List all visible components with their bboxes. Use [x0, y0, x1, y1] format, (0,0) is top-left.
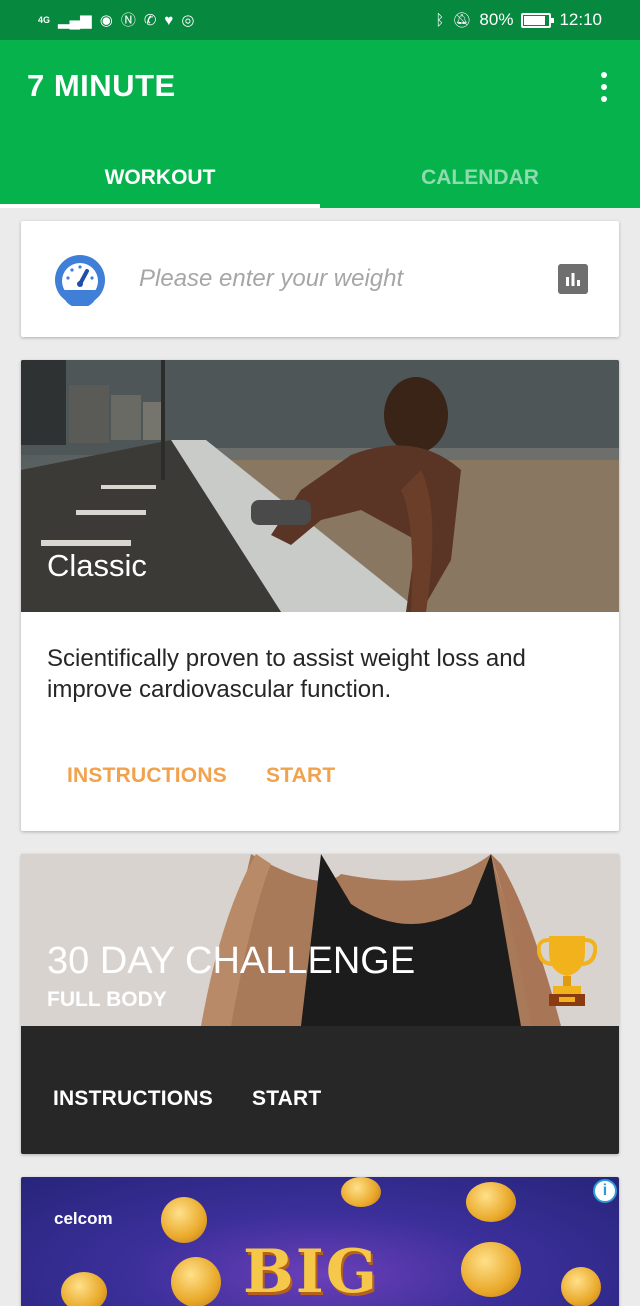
app-title: 7 MINUTE: [27, 68, 176, 103]
overflow-menu-icon[interactable]: [594, 72, 614, 102]
challenge-instructions-button[interactable]: INSTRUCTIONS: [53, 1087, 213, 1111]
signal-icon: ▂▄▆: [58, 11, 92, 29]
tab-calendar[interactable]: CALENDAR: [320, 148, 640, 208]
bar-chart-icon[interactable]: [558, 264, 588, 294]
status-icons-right: ᛒ 🔕︎ 80% 12:10: [435, 10, 602, 30]
bluetooth-icon: ᛒ: [435, 11, 445, 29]
coin-image: [171, 1257, 221, 1306]
coin-image: [341, 1177, 381, 1207]
coin-image: [461, 1242, 521, 1297]
weight-input[interactable]: [139, 259, 549, 299]
coin-image: [561, 1267, 601, 1306]
challenge-title: 30 DAY CHALLENGE: [47, 940, 416, 982]
ad-headline: BIG: [243, 1237, 380, 1306]
battery-icon: [521, 12, 555, 28]
challenge-hero-image: 30 DAY CHALLENGE FULL BODY: [21, 854, 619, 1026]
tab-indicator: [0, 204, 320, 208]
tab-workout-label: WORKOUT: [104, 166, 216, 189]
chat-icon: ◎: [181, 11, 195, 29]
classic-description: Scientifically proven to assist weight l…: [47, 645, 526, 703]
weight-card: [21, 221, 619, 337]
info-icon[interactable]: i: [593, 1179, 617, 1203]
classic-title: Classic: [47, 548, 147, 583]
missed-call-icon: ✆: [143, 11, 157, 29]
ad-brand-logo: celcom: [54, 1209, 113, 1228]
gauge-icon: [55, 255, 105, 306]
heart-icon: ♥: [164, 11, 174, 29]
mute-icon: 🔕︎: [452, 11, 472, 29]
coin-image: [161, 1197, 207, 1243]
classic-start-button[interactable]: START: [266, 764, 335, 788]
challenge-start-button[interactable]: START: [252, 1087, 321, 1111]
eye-icon: ◉: [99, 11, 113, 29]
coin-image: [61, 1272, 107, 1306]
classic-hero-image: Classic: [21, 360, 619, 612]
battery-percent: 80%: [479, 10, 514, 29]
app-screen: 4G ▂▄▆ ◉ Ⓝ ✆ ♥ ◎ ᛒ 🔕︎ 80% 12:10 7 MINUTE…: [0, 0, 640, 1306]
status-bar: 4G ▂▄▆ ◉ Ⓝ ✆ ♥ ◎ ᛒ 🔕︎ 80% 12:10: [0, 0, 640, 40]
challenge-subtitle: FULL BODY: [47, 988, 167, 1011]
tab-workout[interactable]: WORKOUT: [0, 148, 320, 208]
clock: 12:10: [559, 10, 602, 29]
tab-bar: WORKOUT CALENDAR: [0, 148, 640, 208]
challenge-card: 30 DAY CHALLENGE FULL BODY INSTRUCTIONS …: [21, 854, 619, 1154]
tab-calendar-label: CALENDAR: [421, 166, 539, 189]
status-icons-left: 4G ▂▄▆ ◉ Ⓝ ✆ ♥ ◎: [38, 13, 194, 28]
coin-image: [466, 1182, 516, 1222]
trophy-icon: [537, 936, 597, 1006]
nfc-icon: Ⓝ: [120, 11, 136, 29]
classic-instructions-button[interactable]: INSTRUCTIONS: [67, 764, 227, 788]
classic-workout-card: Classic Scientifically proven to assist …: [21, 360, 619, 831]
app-bar: 7 MINUTE WORKOUT CALENDAR: [0, 40, 640, 208]
network-type: 4G: [38, 14, 51, 25]
ad-banner[interactable]: celcom BIG i: [21, 1177, 619, 1306]
